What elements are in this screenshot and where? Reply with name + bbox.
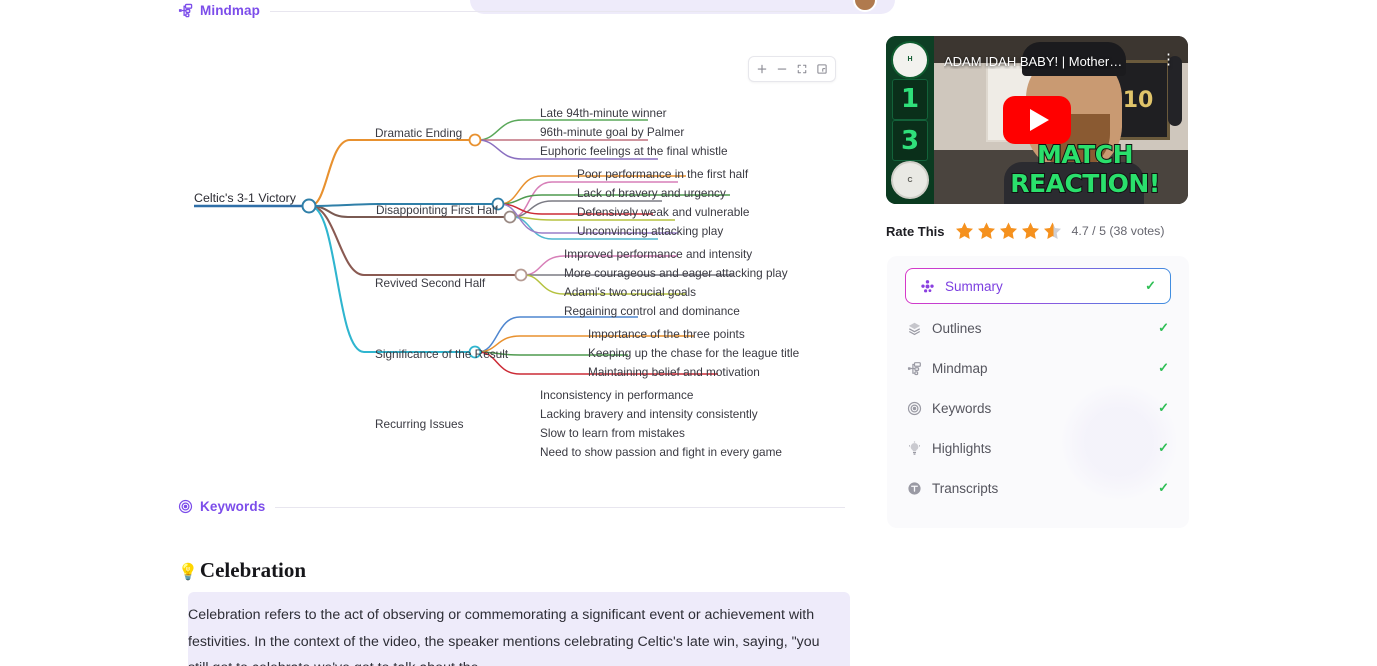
keyword-title: 💡 Celebration <box>178 558 306 583</box>
mindmap-branch-label: Recurring Issues <box>375 417 464 431</box>
panel-item-label: Summary <box>945 278 1003 294</box>
mindmap-icon <box>907 361 922 376</box>
mindmap-leaf-label: Slow to learn from mistakes <box>540 426 685 440</box>
star-icon[interactable] <box>998 221 1019 241</box>
layers-icon <box>907 321 922 336</box>
frame-button[interactable] <box>812 59 832 79</box>
mindmap-leaf-label: Lack of bravery and urgency <box>577 186 726 200</box>
panel-item-label: Keywords <box>932 400 992 416</box>
transcript-icon <box>907 481 922 496</box>
check-icon: ✓ <box>1158 440 1169 455</box>
scoreboard: H 1 3 C <box>886 36 934 204</box>
section-header-keywords: Keywords <box>178 499 846 514</box>
panel-item-label: Mindmap <box>932 360 988 376</box>
video-banner-text: MATCH REACTION! <box>1009 139 1161 199</box>
check-icon: ✓ <box>1158 360 1169 375</box>
keyword-title-text: Celebration <box>199 558 307 582</box>
check-icon: ✓ <box>1158 400 1169 415</box>
away-score: 3 <box>892 120 928 162</box>
panel-item-transcripts[interactable]: Transcripts ✓ <box>907 472 1169 504</box>
mindmap-leaf-label: Adami's two crucial goals <box>564 285 697 299</box>
mindmap-leaf-label: Maintaining belief and motivation <box>588 365 760 379</box>
mindmap-icon <box>178 3 193 18</box>
tasks-panel: Summary ✓ Outlines ✓ Mindmap ✓ Keywords … <box>887 256 1189 528</box>
check-icon: ✓ <box>1145 278 1156 293</box>
mindmap-leaf-label: Euphoric feelings at the final whistle <box>540 144 728 158</box>
mindmap-leaf-label: More courageous and eager attacking play <box>564 266 788 280</box>
mindmap-leaf-label: Late 94th-minute winner <box>540 106 667 120</box>
target-icon <box>178 499 193 514</box>
star-icon[interactable] <box>954 221 975 241</box>
mindmap-branch-label: Revived Second Half <box>375 276 486 290</box>
mindmap-leaf-label: Unconvincing attacking play <box>577 224 724 238</box>
zoom-in-button[interactable] <box>752 59 772 79</box>
divider <box>275 506 846 508</box>
zoom-out-button[interactable] <box>772 59 792 79</box>
app-page: Mindmap Celtic's 3-1 Victory Dramatic En… <box>0 0 1377 666</box>
panel-item-outlines[interactable]: Outlines ✓ <box>907 312 1169 344</box>
panel-item-label: Outlines <box>932 320 982 336</box>
mindmap-leaf-label: Improved performance and intensity <box>564 247 753 261</box>
mindmap-leaf-label: Keeping up the chase for the league titl… <box>588 346 800 360</box>
panel-item-mindmap[interactable]: Mindmap ✓ <box>907 352 1169 384</box>
bulb-icon <box>907 441 922 456</box>
mindmap-leaf-label: Inconsistency in performance <box>540 388 694 402</box>
mindmap-toolbar[interactable] <box>748 56 836 82</box>
home-crest-icon: H <box>891 41 929 79</box>
mindmap-leaf-label: 96th-minute goal by Palmer <box>540 125 685 139</box>
home-score: 1 <box>892 78 928 120</box>
mindmap-leaf-label: Lacking bravery and intensity consistent… <box>540 407 758 421</box>
divider <box>269 10 830 12</box>
check-icon: ✓ <box>1158 320 1169 335</box>
target-icon <box>907 401 922 416</box>
rate-label: Rate This <box>886 223 945 239</box>
panel-item-highlights[interactable]: Highlights ✓ <box>907 432 1169 464</box>
video-player[interactable]: H 1 3 C 10 MATCH REACTION! ADAM IDAH BAB… <box>886 36 1188 204</box>
keyword-body: Celebration refers to the act of observi… <box>188 592 850 666</box>
summary-cluster-icon <box>920 279 935 294</box>
mindmap-root-label: Celtic's 3-1 Victory <box>194 191 296 205</box>
section-header-mindmap: Mindmap <box>178 3 830 18</box>
star-half-icon[interactable] <box>1042 221 1063 241</box>
mindmap-leaf-label: Defensively weak and vulnerable <box>577 205 750 219</box>
mindmap-branch-label: Dramatic Ending <box>375 126 463 140</box>
mindmap-leaf-label: Importance of the three points <box>588 327 745 341</box>
section-label: Mindmap <box>200 3 260 18</box>
mindmap-leaf-label: Poor performance in the first half <box>577 167 749 181</box>
section-label: Keywords <box>200 499 266 514</box>
play-button[interactable] <box>1003 96 1071 144</box>
fit-to-screen-button[interactable] <box>792 59 812 79</box>
star-rating[interactable] <box>954 221 1063 241</box>
mindmap-branch-label: Disappointing First Half <box>376 203 498 217</box>
video-title[interactable]: ADAM IDAH BABY! | Mother… <box>944 54 1152 69</box>
bulb-icon: 💡 <box>178 564 198 581</box>
main-content: Mindmap Celtic's 3-1 Victory Dramatic En… <box>0 0 880 666</box>
panel-item-summary[interactable]: Summary ✓ <box>905 268 1171 304</box>
rating-value: 4.7 / 5 (38 votes) <box>1071 224 1165 238</box>
panel-item-keywords[interactable]: Keywords ✓ <box>907 392 1169 424</box>
panel-item-label: Transcripts <box>932 480 999 496</box>
star-icon[interactable] <box>1020 221 1041 241</box>
more-options-icon[interactable]: ⋮ <box>1161 52 1176 67</box>
rating-row[interactable]: Rate This 4.7 / 5 (38 votes) <box>886 221 1165 241</box>
panel-item-label: Highlights <box>932 440 992 456</box>
right-rail: H 1 3 C 10 MATCH REACTION! ADAM IDAH BAB… <box>886 0 1196 666</box>
panel-list: Summary ✓ Outlines ✓ Mindmap ✓ Keywords … <box>887 268 1189 504</box>
check-icon: ✓ <box>1158 480 1169 495</box>
mindmap-canvas[interactable]: Celtic's 3-1 Victory Dramatic Ending Dis… <box>178 86 838 467</box>
mindmap-leaf-label: Regaining control and dominance <box>564 304 740 318</box>
away-crest-icon: C <box>891 161 929 199</box>
star-icon[interactable] <box>976 221 997 241</box>
mindmap-branch-label: Significance of the Result <box>375 347 509 361</box>
mindmap-leaf-label: Need to show passion and fight in every … <box>540 445 782 459</box>
